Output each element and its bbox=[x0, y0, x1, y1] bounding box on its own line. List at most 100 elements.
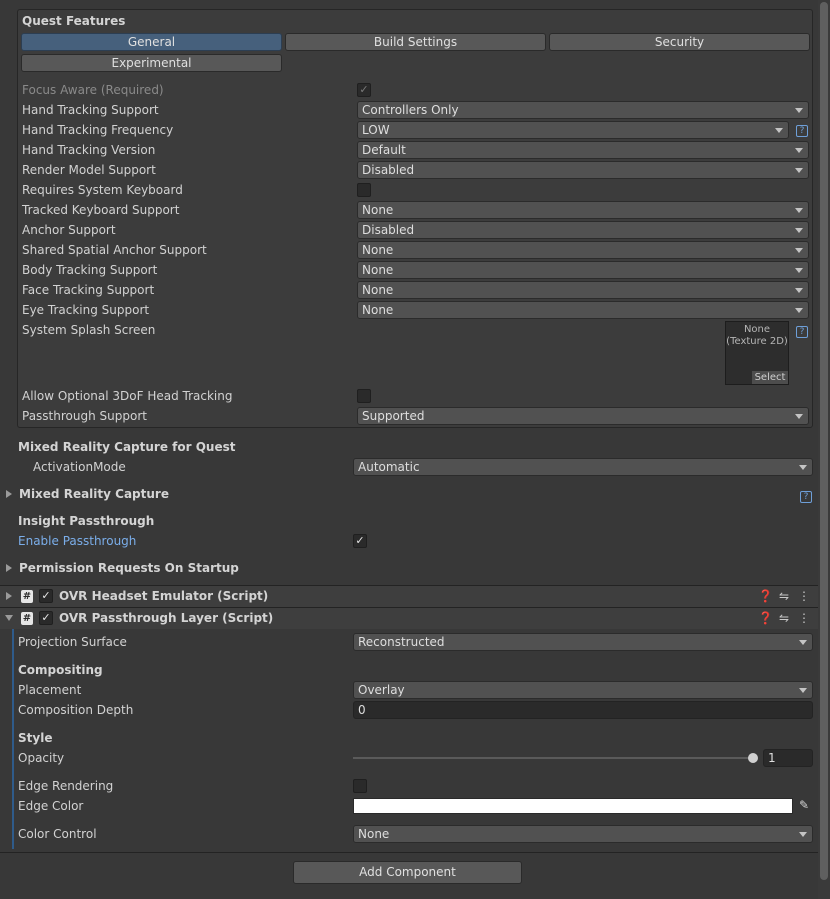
eye-tracking-support-dropdown[interactable]: None bbox=[357, 301, 809, 319]
activation-mode-value: Automatic bbox=[358, 460, 420, 474]
color-control-dropdown[interactable]: None bbox=[353, 825, 813, 843]
eye-tracking-support-label: Eye Tracking Support bbox=[22, 303, 150, 317]
chevron-down-icon bbox=[795, 288, 803, 293]
placement-label: Placement bbox=[18, 683, 82, 697]
help-icon[interactable]: ? bbox=[796, 326, 808, 338]
eye-tracking-support-value: None bbox=[362, 303, 394, 317]
allow-3dof-checkbox[interactable] bbox=[357, 389, 371, 403]
requires-system-keyboard-label: Requires System Keyboard bbox=[22, 183, 183, 197]
color-control-value: None bbox=[358, 827, 390, 841]
opacity-label: Opacity bbox=[18, 751, 65, 765]
passthrough-support-dropdown[interactable]: Supported bbox=[357, 407, 809, 425]
system-splash-screen-label: System Splash Screen bbox=[22, 323, 156, 337]
tab-general[interactable]: General bbox=[21, 33, 282, 51]
hand-tracking-version-dropdown[interactable]: Default bbox=[357, 141, 809, 159]
shared-spatial-anchor-support-dropdown[interactable]: None bbox=[357, 241, 809, 259]
splash-texture-field[interactable]: None (Texture 2D) Select bbox=[725, 321, 789, 385]
chevron-down-icon bbox=[795, 414, 803, 419]
hand-tracking-frequency-value: LOW bbox=[362, 123, 390, 137]
texture-select-button[interactable]: Select bbox=[752, 371, 788, 384]
composition-depth-input[interactable]: 0 bbox=[353, 701, 813, 719]
placement-dropdown[interactable]: Overlay bbox=[353, 681, 813, 699]
chevron-down-icon bbox=[799, 688, 807, 693]
render-model-support-label: Render Model Support bbox=[22, 163, 156, 177]
passthrough-layer-enabled-checkbox[interactable]: ✓ bbox=[39, 611, 53, 625]
insight-passthrough-title: Insight Passthrough bbox=[18, 514, 155, 528]
headset-emulator-title: OVR Headset Emulator (Script) bbox=[59, 589, 269, 603]
chevron-down-icon bbox=[799, 640, 807, 645]
color-control-label: Color Control bbox=[18, 827, 97, 841]
eyedropper-icon[interactable]: ✎ bbox=[797, 798, 811, 812]
face-tracking-support-dropdown[interactable]: None bbox=[357, 281, 809, 299]
anchor-support-label: Anchor Support bbox=[22, 223, 116, 237]
passthrough-support-label: Passthrough Support bbox=[22, 409, 147, 423]
projection-surface-dropdown[interactable]: Reconstructed bbox=[353, 633, 813, 651]
kebab-menu-icon[interactable]: ⋮ bbox=[798, 611, 810, 625]
chevron-down-icon bbox=[799, 832, 807, 837]
face-tracking-support-label: Face Tracking Support bbox=[22, 283, 155, 297]
focus-aware-label: Focus Aware (Required) bbox=[22, 83, 164, 97]
opacity-slider-handle[interactable] bbox=[748, 753, 758, 763]
passthrough-support-value: Supported bbox=[362, 409, 425, 423]
tracked-keyboard-support-dropdown[interactable]: None bbox=[357, 201, 809, 219]
activation-mode-label: ActivationMode bbox=[33, 460, 126, 474]
opacity-input[interactable]: 1 bbox=[763, 749, 813, 767]
tab-build-settings[interactable]: Build Settings bbox=[285, 33, 546, 51]
help-icon[interactable]: ❓ bbox=[758, 589, 773, 603]
composition-depth-label: Composition Depth bbox=[18, 703, 134, 717]
enable-passthrough-checkbox[interactable]: ✓ bbox=[353, 534, 367, 548]
tab-experimental[interactable]: Experimental bbox=[21, 54, 282, 72]
shared-spatial-anchor-support-label: Shared Spatial Anchor Support bbox=[22, 243, 207, 257]
chevron-down-icon bbox=[795, 308, 803, 313]
foldout-arrow-icon[interactable] bbox=[6, 564, 12, 572]
foldout-open-arrow-icon[interactable] bbox=[5, 615, 13, 621]
tracked-keyboard-support-value: None bbox=[362, 203, 394, 217]
presets-icon[interactable]: ⇋ bbox=[778, 611, 790, 625]
headset-emulator-enabled-checkbox[interactable]: ✓ bbox=[39, 589, 53, 603]
foldout-arrow-icon[interactable] bbox=[6, 490, 12, 498]
body-tracking-support-label: Body Tracking Support bbox=[22, 263, 158, 277]
focus-aware-checkbox: ✓ bbox=[357, 83, 371, 97]
shared-spatial-anchor-support-value: None bbox=[362, 243, 394, 257]
add-component-button[interactable]: Add Component bbox=[293, 861, 522, 884]
requires-system-keyboard-checkbox[interactable] bbox=[357, 183, 371, 197]
hand-tracking-support-dropdown[interactable]: Controllers Only bbox=[357, 101, 809, 119]
scrollbar-thumb[interactable] bbox=[820, 2, 828, 880]
foldout-arrow-icon[interactable] bbox=[6, 592, 12, 600]
enable-passthrough-label: Enable Passthrough bbox=[18, 534, 137, 548]
help-icon[interactable]: ❓ bbox=[758, 611, 773, 625]
texture-type-text: (Texture 2D) bbox=[726, 336, 788, 347]
body-tracking-support-value: None bbox=[362, 263, 394, 277]
script-icon: # bbox=[21, 590, 33, 603]
hand-tracking-frequency-dropdown[interactable]: LOW bbox=[357, 121, 789, 139]
compositing-title: Compositing bbox=[18, 663, 103, 677]
quest-features-title: Quest Features bbox=[22, 14, 126, 28]
anchor-support-dropdown[interactable]: Disabled bbox=[357, 221, 809, 239]
script-icon: # bbox=[21, 612, 33, 625]
hand-tracking-support-label: Hand Tracking Support bbox=[22, 103, 159, 117]
hand-tracking-support-value: Controllers Only bbox=[362, 103, 459, 117]
help-icon[interactable]: ? bbox=[800, 491, 812, 503]
chevron-down-icon bbox=[795, 228, 803, 233]
body-tracking-support-dropdown[interactable]: None bbox=[357, 261, 809, 279]
edge-color-swatch[interactable] bbox=[353, 798, 793, 814]
chevron-down-icon bbox=[799, 465, 807, 470]
chevron-down-icon bbox=[795, 108, 803, 113]
divider bbox=[0, 852, 818, 853]
edge-rendering-checkbox[interactable] bbox=[353, 779, 367, 793]
opacity-slider-track[interactable] bbox=[353, 757, 753, 759]
render-model-support-dropdown[interactable]: Disabled bbox=[357, 161, 809, 179]
chevron-down-icon bbox=[775, 128, 783, 133]
chevron-down-icon bbox=[795, 168, 803, 173]
texture-none-text: None bbox=[743, 324, 771, 335]
presets-icon[interactable]: ⇋ bbox=[778, 589, 790, 603]
mrc-foldout-title[interactable]: Mixed Reality Capture bbox=[19, 487, 169, 501]
activation-mode-dropdown[interactable]: Automatic bbox=[353, 458, 813, 476]
chevron-down-icon bbox=[795, 148, 803, 153]
mrc-quest-title: Mixed Reality Capture for Quest bbox=[18, 440, 236, 454]
kebab-menu-icon[interactable]: ⋮ bbox=[798, 589, 810, 603]
permission-requests-title[interactable]: Permission Requests On Startup bbox=[19, 561, 239, 575]
tab-security[interactable]: Security bbox=[549, 33, 810, 51]
help-icon[interactable]: ? bbox=[796, 125, 808, 137]
projection-surface-label: Projection Surface bbox=[18, 635, 127, 649]
